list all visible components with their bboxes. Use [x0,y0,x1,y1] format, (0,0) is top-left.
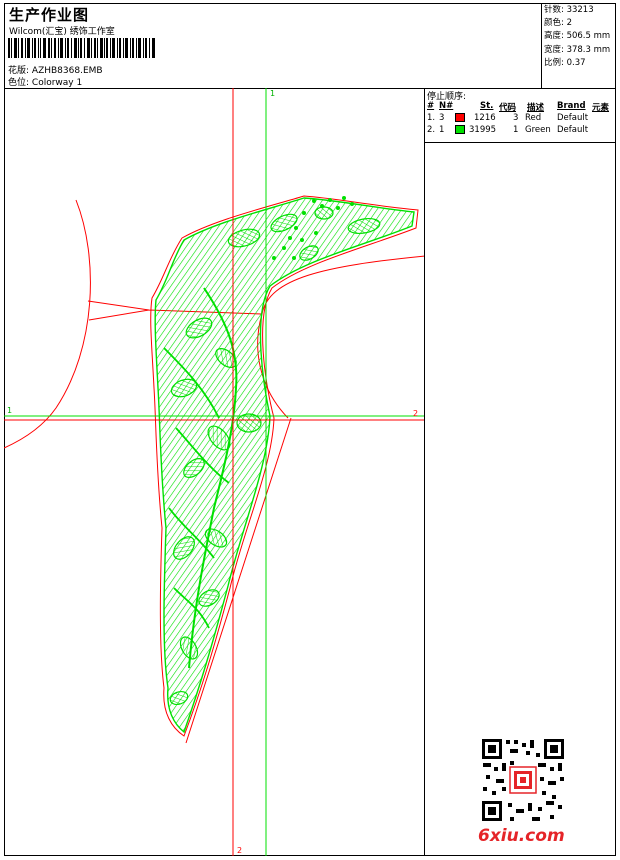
qr-code-icon [480,737,566,823]
barcode-icon [8,38,155,58]
panel-divider [425,142,616,143]
stat-height: 高度: 506.5 mm [544,31,611,42]
stop-sequence-title: 停止顺序: [427,92,467,102]
colorway-row: 色位: Colorway 1 [8,75,82,88]
stat-scale: 比例: 0.37 [544,57,586,68]
colorway-name: Colorway 1 [31,78,83,88]
worksheet-header: 生产作业图 Wilcom(汇宝) 绣饰工作室 花版: AZHB8368.EMB … [4,3,616,89]
stop-row[interactable]: 1. 3 1216 3 Red Default [425,113,616,125]
color-swatch-red [455,113,465,122]
stat-width: 宽度: 378.3 mm [544,44,611,55]
embroidery-design-svg [4,88,424,856]
color-swatch-green [455,125,465,134]
axis-marker-right: 2 [413,409,419,418]
design-stats: 针数: 33213 颜色: 2 高度: 506.5 mm 宽度: 378.3 m… [541,3,616,88]
design-preview-canvas[interactable]: 1 2 1 2 [4,88,425,856]
stop-sequence-header: # N# St. 代码 描述 Brand 元素 [427,101,610,113]
stat-stitches: 针数: 33213 [544,5,594,15]
garment-neck-curve [4,199,91,449]
axis-marker-top: 1 [270,89,276,98]
stop-sequence-panel: 停止顺序: # N# St. 代码 描述 Brand 元素 1. 3 1216 … [425,88,616,144]
stitch-motif [154,196,415,734]
watermark-logo: 6xiu.com [478,826,565,846]
axis-marker-bottom: 2 [237,846,243,855]
axis-marker-left: 1 [7,406,13,415]
stat-colors: 颜色: 2 [544,18,572,29]
stop-row[interactable]: 2. 1 31995 1 Green Default [425,125,616,137]
company-name: Wilcom(汇宝) 绣饰工作室 [9,27,115,37]
page-title: 生产作业图 [9,6,90,24]
colorway-label: 色位: [8,78,30,88]
